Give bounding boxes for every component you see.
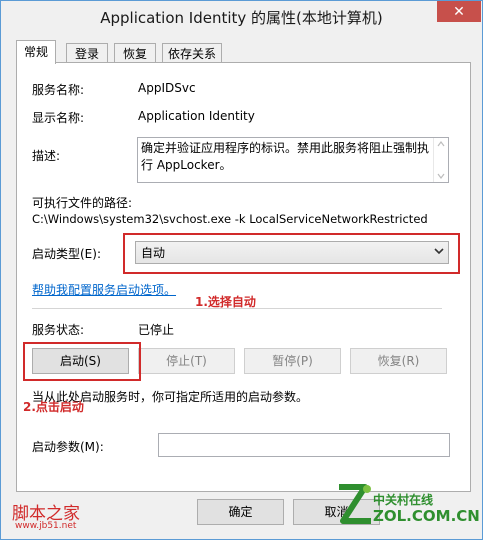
annotation-step2: 2.点击启动 <box>23 400 84 414</box>
resume-service-button[interactable]: 恢复(R) <box>350 348 447 374</box>
exec-path-label: 可执行文件的路径: <box>32 196 133 210</box>
tab-logon[interactable]: 登录 <box>66 43 108 64</box>
help-configure-link[interactable]: 帮助我配置服务启动选项。 <box>32 281 176 298</box>
scroll-arrows-icon <box>437 141 445 179</box>
service-name-value: AppIDSvc <box>138 81 196 95</box>
service-status-value: 已停止 <box>138 323 175 337</box>
general-tab-panel <box>16 62 471 492</box>
startup-type-label: 启动类型(E): <box>32 247 101 261</box>
stop-service-button[interactable]: 停止(T) <box>138 348 235 374</box>
description-label: 描述: <box>32 149 61 163</box>
start-params-label: 启动参数(M): <box>32 440 104 454</box>
window-title: Application Identity 的属性(本地计算机) <box>100 9 383 27</box>
description-box[interactable]: 确定并验证应用程序的标识。禁用此服务将阻止强制执行 AppLocker。 <box>137 137 449 183</box>
annotation-box-startup-type <box>123 233 460 274</box>
tab-recovery[interactable]: 恢复 <box>114 43 156 64</box>
watermark-left-url: www.jb51.net <box>15 521 77 531</box>
exec-path-value: C:\Windows\system32\svchost.exe -k Local… <box>32 212 428 226</box>
pause-service-button[interactable]: 暂停(P) <box>244 348 341 374</box>
service-status-label: 服务状态: <box>32 323 85 337</box>
service-name-label: 服务名称: <box>32 83 85 97</box>
tab-general[interactable]: 常规 <box>16 40 56 64</box>
watermark-right-url: ZOL.COM.CN <box>373 507 480 525</box>
close-icon: ✕ <box>453 3 465 20</box>
start-params-input[interactable] <box>158 433 450 457</box>
tab-dependencies[interactable]: 依存关系 <box>162 43 222 64</box>
watermark-right-brand: 中关村在线 <box>373 493 434 507</box>
display-name-value: Application Identity <box>138 109 255 123</box>
properties-dialog: Application Identity 的属性(本地计算机) ✕ 常规 登录 … <box>0 0 483 540</box>
title-bar[interactable]: Application Identity 的属性(本地计算机) ✕ <box>1 1 482 32</box>
ok-button[interactable]: 确定 <box>197 499 284 525</box>
description-scrollbar[interactable] <box>433 138 448 182</box>
display-name-label: 显示名称: <box>32 111 85 125</box>
description-text: 确定并验证应用程序的标识。禁用此服务将阻止强制执行 AppLocker。 <box>141 141 430 172</box>
zol-logo-icon <box>339 484 371 524</box>
close-button[interactable]: ✕ <box>437 1 481 22</box>
annotation-box-start-button <box>23 342 141 381</box>
annotation-step1: 1.选择自动 <box>195 295 256 309</box>
